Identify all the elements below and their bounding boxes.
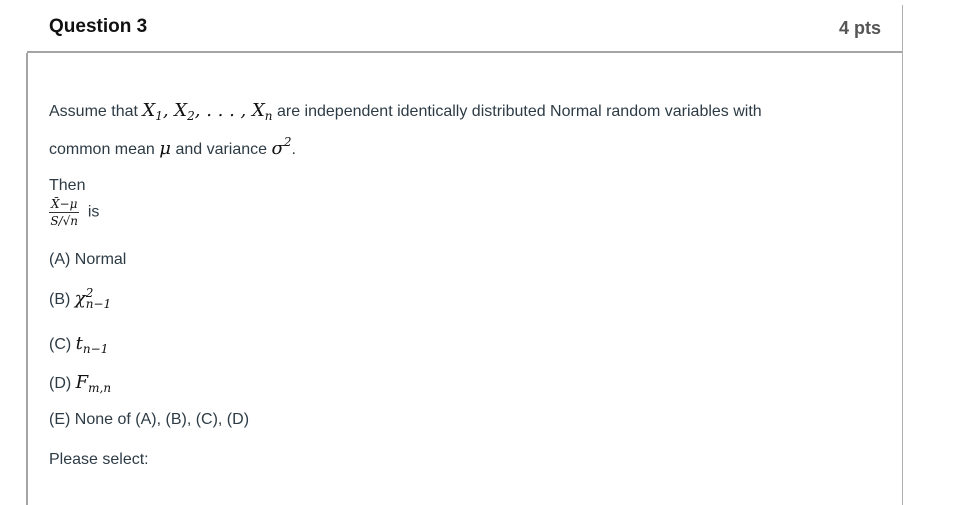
option-e: (E) None of (A), (B), (C), (D) xyxy=(49,411,249,429)
question-header: Question 3 4 pts xyxy=(27,0,903,53)
math-sigma-squared: σ2 xyxy=(271,135,292,159)
stem-text: common mean xyxy=(49,141,155,158)
math-mu: μ xyxy=(159,138,171,159)
option-label: (B) xyxy=(49,291,71,308)
stem-text: are independent identically distributed … xyxy=(276,103,762,120)
select-prompt: Please select: xyxy=(49,451,149,468)
card-right-border xyxy=(902,5,903,505)
question-points: 4 pts xyxy=(838,18,881,38)
option-text: None of (A), (B), (C), (D) xyxy=(74,411,250,428)
f-symbol: F xyxy=(75,372,89,393)
math-t: tn−1 xyxy=(75,333,109,356)
option-label: (D) xyxy=(49,375,72,392)
math-f: Fm,n xyxy=(75,372,112,395)
question-body: Assume that X1, X2, . . . , Xn are indep… xyxy=(49,98,879,228)
statistic-line: X̄−μ S/√n is xyxy=(49,197,879,228)
question-stem: Assume that X1, X2, . . . , Xn are indep… xyxy=(49,98,879,163)
math-chi: χ2 n−1 xyxy=(74,287,112,311)
math-fraction: X̄−μ S/√n xyxy=(49,197,80,228)
option-label: (C) xyxy=(49,336,72,353)
question-title: Question 3 xyxy=(49,16,148,37)
math-variables: X1, X2, . . . , Xn xyxy=(142,100,273,123)
card-left-border xyxy=(26,53,28,505)
option-label: (E) xyxy=(49,411,71,428)
option-a: (A) Normal xyxy=(49,251,126,269)
chi-sub: n−1 xyxy=(85,297,112,311)
option-c: (C) tn−1 xyxy=(49,333,108,356)
then-label: Then xyxy=(49,177,86,194)
stem-period: . xyxy=(291,141,296,158)
t-symbol: t xyxy=(75,333,83,354)
option-b: (B) χ2 n−1 xyxy=(49,287,112,311)
option-d: (D) Fm,n xyxy=(49,372,111,395)
fraction-numerator: X̄−μ xyxy=(49,197,80,213)
option-label: (A) xyxy=(49,251,71,268)
option-text: Normal xyxy=(74,251,127,268)
fraction-denominator: S/√n xyxy=(50,214,79,228)
t-sub: n−1 xyxy=(82,342,109,356)
f-sub: m,n xyxy=(88,381,112,395)
stem-text: Assume that xyxy=(49,103,138,120)
is-label: is xyxy=(87,203,100,221)
stem-text: and variance xyxy=(175,141,268,158)
chi-symbol: χ xyxy=(74,288,86,309)
